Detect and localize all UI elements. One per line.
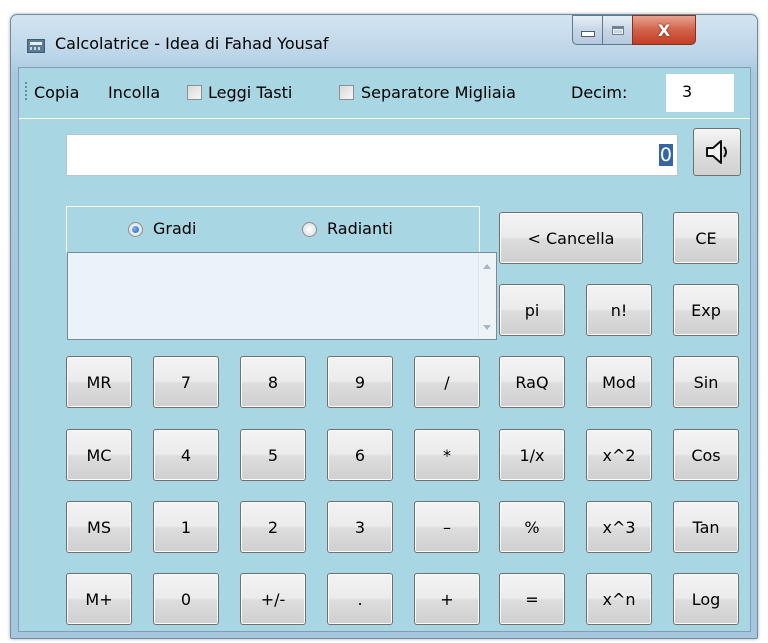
- degrees-radio[interactable]: [128, 222, 143, 237]
- cube-button[interactable]: x^3: [586, 501, 652, 553]
- minimize-icon: [580, 31, 595, 37]
- thousands-separator-label[interactable]: Separatore Migliaia: [361, 83, 516, 102]
- digit-0-button[interactable]: 0: [153, 573, 219, 625]
- copy-button[interactable]: Copia: [34, 83, 79, 102]
- logarithm-button[interactable]: Log: [673, 573, 739, 625]
- maximize-button[interactable]: [602, 15, 633, 45]
- digit-1-button[interactable]: 1: [153, 501, 219, 553]
- minimize-button[interactable]: [572, 15, 603, 45]
- history-list[interactable]: [67, 252, 497, 340]
- sign-toggle-button[interactable]: +/-: [240, 573, 306, 625]
- digit-3-button[interactable]: 3: [327, 501, 393, 553]
- decimal-point-button[interactable]: .: [327, 573, 393, 625]
- clear-entry-button[interactable]: CE: [673, 212, 739, 264]
- digit-4-button[interactable]: 4: [153, 429, 219, 481]
- power-button[interactable]: x^n: [586, 573, 652, 625]
- paste-button[interactable]: Incolla: [108, 83, 160, 102]
- scroll-down-icon[interactable]: [483, 325, 491, 330]
- radians-radio[interactable]: [302, 222, 317, 237]
- digit-2-button[interactable]: 2: [240, 501, 306, 553]
- sound-toggle-button[interactable]: [693, 128, 741, 176]
- memory-clear-button[interactable]: MC: [66, 429, 132, 481]
- percent-button[interactable]: %: [499, 501, 565, 553]
- reciprocal-button[interactable]: 1/x: [499, 429, 565, 481]
- divide-button[interactable]: /: [414, 356, 480, 408]
- read-keys-checkbox[interactable]: [187, 85, 202, 100]
- digit-8-button[interactable]: 8: [240, 356, 306, 408]
- calculator-app-icon: [27, 39, 45, 53]
- digit-5-button[interactable]: 5: [240, 429, 306, 481]
- digit-6-button[interactable]: 6: [327, 429, 393, 481]
- subtract-button[interactable]: –: [414, 501, 480, 553]
- close-button[interactable]: X: [632, 15, 696, 45]
- square-button[interactable]: x^2: [586, 429, 652, 481]
- display-value: 0: [658, 144, 673, 166]
- memory-recall-button[interactable]: MR: [66, 356, 132, 408]
- decimals-label: Decim:: [571, 83, 628, 102]
- calculator-window: Calcolatrice - Idea di Fahad Yousaf X Co…: [10, 14, 758, 639]
- digit-9-button[interactable]: 9: [327, 356, 393, 408]
- toolbar: Copia Incolla Leggi Tasti Separatore Mig…: [19, 68, 750, 119]
- square-root-button[interactable]: RaQ: [499, 356, 565, 408]
- backspace-button[interactable]: < Cancella: [499, 212, 643, 264]
- cosine-button[interactable]: Cos: [673, 429, 739, 481]
- multiply-button[interactable]: *: [414, 429, 480, 481]
- pi-button[interactable]: pi: [499, 284, 565, 336]
- memory-store-button[interactable]: MS: [66, 501, 132, 553]
- modulo-button[interactable]: Mod: [586, 356, 652, 408]
- sine-button[interactable]: Sin: [673, 356, 739, 408]
- result-display[interactable]: 0: [66, 134, 678, 176]
- toolbar-grip-icon[interactable]: [25, 82, 27, 102]
- history-scrollbar[interactable]: [478, 253, 496, 339]
- maximize-icon: [611, 25, 624, 35]
- window-title: Calcolatrice - Idea di Fahad Yousaf: [55, 34, 329, 53]
- degrees-label[interactable]: Gradi: [153, 219, 196, 238]
- digit-7-button[interactable]: 7: [153, 356, 219, 408]
- thousands-separator-checkbox[interactable]: [339, 85, 354, 100]
- add-button[interactable]: +: [414, 573, 480, 625]
- radians-label[interactable]: Radianti: [327, 219, 393, 238]
- speaker-icon: [706, 140, 727, 164]
- tangent-button[interactable]: Tan: [673, 501, 739, 553]
- client-area: Copia Incolla Leggi Tasti Separatore Mig…: [18, 67, 751, 632]
- factorial-button[interactable]: n!: [586, 284, 652, 336]
- angle-mode-group: Gradi Radianti: [66, 206, 480, 253]
- title-bar[interactable]: Calcolatrice - Idea di Fahad Yousaf X: [11, 15, 757, 67]
- read-keys-label[interactable]: Leggi Tasti: [208, 83, 292, 102]
- memory-add-button[interactable]: M+: [66, 573, 132, 625]
- scroll-up-icon[interactable]: [483, 264, 491, 269]
- decimals-input[interactable]: 3: [666, 74, 734, 112]
- equals-button[interactable]: =: [499, 573, 565, 625]
- exp-button[interactable]: Exp: [673, 284, 739, 336]
- close-icon: X: [657, 20, 671, 40]
